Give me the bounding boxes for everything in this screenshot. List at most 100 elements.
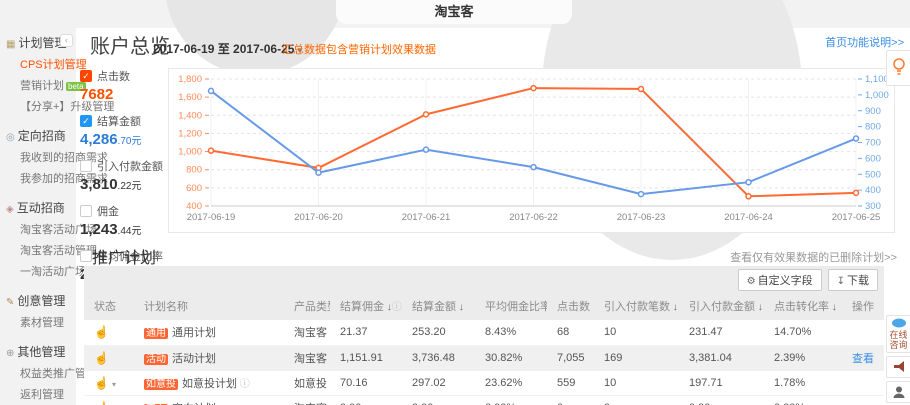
sidebar-item[interactable]: 素材管理 (20, 314, 76, 330)
value-cell: 10 (594, 370, 679, 395)
column-header[interactable]: 引入付款金额 ↓ (679, 294, 764, 320)
value-cell: 0.00 (330, 395, 402, 405)
customize-fields-button[interactable]: ⚙自定义字段 (738, 269, 822, 291)
svg-text:500: 500 (865, 169, 881, 180)
svg-text:1,800: 1,800 (178, 74, 202, 85)
sidebar-section: ◈互动招商淘宝客活动广场淘宝客活动管理一淘活动广场 (6, 199, 76, 279)
sidebar-item[interactable]: 淘宝客活动广场 (20, 221, 76, 237)
online-consult-widget[interactable]: 在线 咨询 (886, 315, 910, 353)
column-header-label: 引入付款金额 (689, 301, 755, 313)
location-pin-icon: ◎ (6, 132, 15, 143)
download-button[interactable]: ↧下载 (828, 269, 878, 291)
stat-label: 引入付款金额 (97, 158, 163, 174)
table-row: ☝定向定向计划淘宝客0.000.000.00%000.000.00% (84, 395, 884, 405)
info-icon: ⓘ (237, 379, 250, 390)
checkbox[interactable] (80, 160, 92, 172)
sort-arrow-icon: ↓ (829, 302, 837, 313)
deleted-plans-link[interactable]: 查看仅有效果数据的已删除计划>> (730, 249, 897, 265)
svg-text:2017-06-21: 2017-06-21 (402, 212, 451, 223)
sidebar-section-pencil[interactable]: ✎创意管理 (6, 292, 76, 309)
sidebar-item[interactable]: 淘宝客活动管理 (20, 242, 76, 258)
info-icon: ⓘ (392, 302, 402, 313)
column-header[interactable]: 引入付款笔数 ↓ (594, 294, 679, 320)
status-hand-icon[interactable]: ☝ (94, 401, 109, 405)
checkbox[interactable] (80, 250, 92, 262)
plan-type-badge: 如意投 (144, 379, 178, 390)
value-cell: 0.00% (764, 395, 842, 405)
sidebar-item[interactable]: 一淘活动广场 (20, 263, 76, 279)
stat-unit: .70元 (118, 136, 142, 147)
value-cell: 231.47 (679, 320, 764, 345)
chevron-down-icon[interactable]: ▾ (112, 380, 116, 389)
value-cell: 0 (594, 395, 679, 405)
tab-title: 淘宝客 (434, 4, 473, 19)
plus-circle-icon: ⊕ (6, 348, 14, 359)
date-range-label: 2017-06-19 至 2017-06-25 (153, 42, 294, 56)
column-header[interactable]: 点击转化率 ↓ (764, 294, 842, 320)
plans-table-container: ⚙自定义字段 ↧下载 状态计划名称产品类型结算佣金 ↓ⓘ结算金额 ↓平均佣金比率… (84, 266, 884, 405)
data-point (639, 192, 644, 197)
column-header-label: 结算佣金 (340, 301, 384, 313)
column-header[interactable]: 结算佣金 ↓ⓘ (330, 294, 402, 320)
stat-label: 佣金 (97, 203, 119, 219)
value-cell: 2.39% (764, 345, 842, 370)
svg-text:800: 800 (865, 122, 881, 133)
column-header[interactable]: 点击数 ↓ (547, 294, 594, 320)
sidebar-section-location-pin[interactable]: ◎定向招商 (6, 127, 76, 144)
contact-widget[interactable] (886, 381, 910, 403)
sidebar-item[interactable]: 【分享+】升级管理 (20, 98, 76, 114)
sidebar-section-label: 其他管理 (17, 345, 65, 359)
plan-name-cell: 如意投如意投计划 ⓘ (134, 370, 284, 395)
gear-icon: ⚙ (747, 276, 756, 287)
sidebar-item[interactable]: 我参加的招商需求 (20, 170, 76, 186)
data-point (854, 136, 859, 141)
column-header-label: 引入付款笔数 (604, 301, 670, 313)
table-toolbar: ⚙自定义字段 ↧下载 (84, 266, 884, 294)
sidebar-item[interactable]: 权益类推广管理new (20, 365, 76, 381)
svg-text:2017-06-20: 2017-06-20 (294, 212, 343, 223)
sidebar-item[interactable]: 营销计划beta (20, 77, 76, 93)
help-link[interactable]: 首页功能说明>> (825, 34, 904, 50)
status-hand-icon[interactable]: ☝ (94, 325, 109, 339)
column-header-label: 计划名称 (144, 301, 188, 313)
status-cell: ☝ (84, 320, 134, 345)
sidebar-item[interactable]: CPS计划管理 (20, 56, 76, 72)
value-cell: 1,151.91 (330, 345, 402, 370)
action-cell (842, 320, 884, 345)
date-range-picker[interactable]: 2017-06-19 至 2017-06-25 ▾ (153, 40, 302, 57)
sidebar-item[interactable]: 我收到的招商需求 (20, 149, 76, 165)
stat-value: 3,810.22元 (80, 176, 166, 193)
data-point (424, 112, 429, 117)
sidebar-section-label: 定向招商 (18, 129, 66, 143)
sidebar-collapse-button[interactable]: ‹ (60, 34, 73, 47)
checkbox[interactable] (80, 205, 92, 217)
status-hand-icon[interactable]: ☝ (94, 376, 109, 390)
stat-value: 1,243.44元 (80, 221, 166, 238)
status-hand-icon[interactable]: ☝ (94, 351, 109, 365)
action-cell (842, 395, 884, 405)
column-header[interactable]: 平均佣金比率 ↓ⓘ (475, 294, 547, 320)
svg-text:400: 400 (865, 185, 881, 196)
column-header-label: 点击数 (557, 301, 590, 313)
stat-item: 佣金 1,243.44元 (80, 203, 166, 238)
sidebar-section-megaphone[interactable]: ◈互动招商 (6, 199, 76, 216)
status-cell: ☝ (84, 395, 134, 405)
stat-item: 引入付款金额 3,810.22元 (80, 158, 166, 193)
checkbox[interactable]: ✓ (80, 115, 92, 127)
tips-widget[interactable] (886, 50, 910, 86)
value-cell: 0.00 (402, 395, 475, 405)
column-header[interactable]: 结算金额 ↓ (402, 294, 475, 320)
overview-note: 汇总数据包含营销计划效果数据 (282, 41, 436, 57)
announcement-widget[interactable] (886, 356, 910, 378)
view-link[interactable]: 查看 (852, 353, 874, 365)
column-header: 操作 (842, 294, 884, 320)
checkbox[interactable]: ✓ (80, 70, 92, 82)
svg-text:2017-06-25: 2017-06-25 (832, 212, 881, 223)
stat-unit: .22元 (118, 181, 142, 192)
action-cell (842, 370, 884, 395)
plan-name: 如意投计划 (182, 378, 237, 390)
sidebar-section-plus-circle[interactable]: ⊕其他管理 (6, 343, 76, 360)
value-cell: 0.00% (475, 395, 547, 405)
status-cell: ☝▾ (84, 370, 134, 395)
sidebar-item[interactable]: 返利管理 (20, 386, 76, 402)
